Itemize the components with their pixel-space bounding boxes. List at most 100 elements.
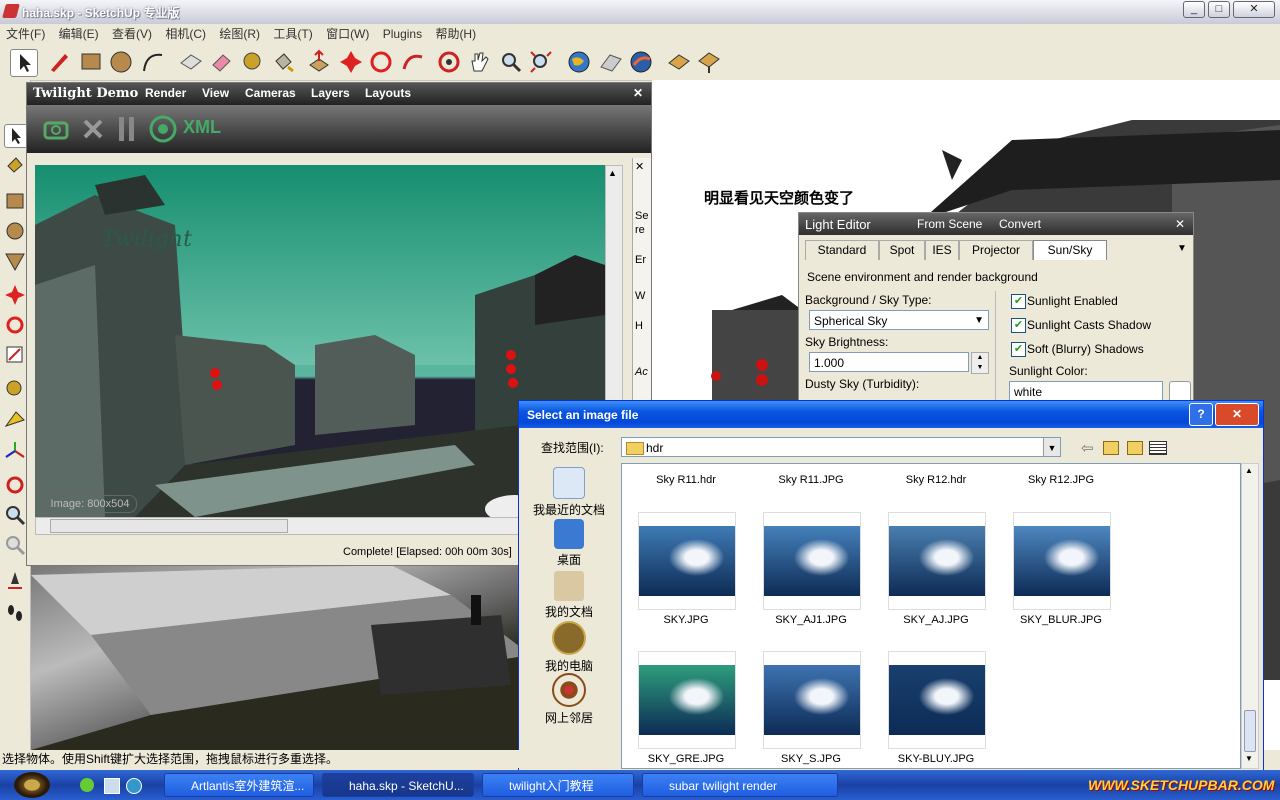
minimize-button[interactable]: _ <box>1183 1 1205 18</box>
new-folder-icon[interactable] <box>1127 441 1143 455</box>
place-my-computer[interactable]: 我的电脑 <box>527 621 611 674</box>
share-model-icon[interactable] <box>696 49 722 75</box>
place-network[interactable]: 网上邻居 <box>527 673 611 726</box>
select-tool-icon[interactable] <box>10 49 38 77</box>
look-in-select[interactable]: hdr ▼ <box>621 437 1061 457</box>
twilight-menu-render[interactable]: Render <box>145 86 186 100</box>
close-button[interactable]: ✕ <box>1233 1 1275 18</box>
task-artlantis[interactable]: Artlantis室外建筑渲... <box>164 773 314 797</box>
push-pull-icon[interactable] <box>306 49 332 75</box>
zoom-icon[interactable] <box>498 49 524 75</box>
twilight-menu-layouts[interactable]: Layouts <box>365 86 411 100</box>
view-menu-icon[interactable] <box>1149 441 1167 455</box>
file-thumbnail[interactable] <box>888 512 986 610</box>
maximize-button[interactable]: □ <box>1208 1 1230 18</box>
tab-spot[interactable]: Spot <box>879 240 925 260</box>
menu-file[interactable]: 文件(F) <box>6 24 45 44</box>
globe-icon[interactable] <box>566 49 592 75</box>
stop-render-icon[interactable] <box>81 117 105 141</box>
up-folder-icon[interactable] <box>1103 441 1119 455</box>
xml-export-icon[interactable]: XML <box>183 117 221 141</box>
tab-ies[interactable]: IES <box>925 240 959 260</box>
zoom-window-icon[interactable] <box>4 534 26 556</box>
orbit-icon[interactable] <box>4 474 26 496</box>
file-thumbnail[interactable] <box>763 512 861 610</box>
place-my-documents[interactable]: 我的文档 <box>527 571 611 620</box>
file-item-label[interactable]: Sky R12.JPG <box>1001 474 1121 486</box>
dialog-close-button[interactable]: ✕ <box>1215 403 1259 426</box>
orbit-icon[interactable] <box>436 49 462 75</box>
move-icon[interactable] <box>4 284 26 306</box>
menu-edit[interactable]: 编辑(E) <box>59 24 99 44</box>
pause-icon[interactable] <box>115 115 139 143</box>
pan-hand-icon[interactable] <box>466 49 492 75</box>
file-thumbnail[interactable] <box>638 651 736 749</box>
sunlight-enabled-checkbox[interactable]: ✔ <box>1011 294 1026 309</box>
make-component-icon[interactable] <box>178 49 204 75</box>
file-thumbnail[interactable] <box>888 651 986 749</box>
twilight-menu-cameras[interactable]: Cameras <box>245 86 296 100</box>
select-tool-icon[interactable] <box>4 124 28 148</box>
file-thumbnail[interactable] <box>763 651 861 749</box>
walk-icon[interactable] <box>4 602 26 624</box>
file-item-label[interactable]: SKY_AJ1.JPG <box>751 614 871 626</box>
back-icon[interactable]: ⇦ <box>1081 439 1094 457</box>
menu-draw[interactable]: 绘图(R) <box>219 24 260 44</box>
casts-shadow-checkbox[interactable]: ✔ <box>1011 318 1026 333</box>
tape-measure-icon[interactable] <box>4 378 26 400</box>
help-button[interactable]: ? <box>1189 403 1213 426</box>
rectangle-icon[interactable] <box>78 49 104 75</box>
menu-view[interactable]: 查看(V) <box>112 24 152 44</box>
task-sketchup[interactable]: haha.skp - SketchU... <box>322 773 474 797</box>
task-forum[interactable]: subar twilight render <box>642 773 838 797</box>
zoom-icon[interactable] <box>4 504 26 526</box>
file-item-label[interactable]: Sky R11.JPG <box>751 474 871 486</box>
file-item-label[interactable]: SKY_BLUR.JPG <box>1001 614 1121 626</box>
camera-render-icon[interactable] <box>43 117 69 141</box>
circle-icon[interactable] <box>4 220 26 242</box>
file-item-label[interactable]: SKY.JPG <box>626 614 746 626</box>
follow-me-icon[interactable] <box>400 49 426 75</box>
file-thumbnail[interactable] <box>1013 512 1111 610</box>
menu-tools[interactable]: 工具(T) <box>273 24 312 44</box>
rotate-icon[interactable] <box>4 314 26 336</box>
file-thumbnail[interactable] <box>638 512 736 610</box>
circle-icon[interactable] <box>108 49 134 75</box>
side-panel-close-icon[interactable]: ✕ <box>635 160 644 173</box>
tab-sun-sky[interactable]: Sun/Sky <box>1033 240 1107 260</box>
target-icon[interactable] <box>149 115 177 143</box>
protractor-icon[interactable] <box>4 408 26 430</box>
menu-help[interactable]: 帮助(H) <box>435 24 476 44</box>
add-location-icon[interactable] <box>598 49 624 75</box>
rotate-icon[interactable] <box>368 49 394 75</box>
tab-projector[interactable]: Projector <box>959 240 1033 260</box>
file-item-label[interactable]: Sky R12.hdr <box>876 474 996 486</box>
pencil-icon[interactable] <box>46 49 72 75</box>
browser-icon[interactable] <box>126 778 142 794</box>
show-desktop-icon[interactable] <box>104 778 120 794</box>
tab-standard[interactable]: Standard <box>805 240 879 260</box>
zoom-extents-icon[interactable] <box>528 49 554 75</box>
tape-measure-icon[interactable] <box>240 49 266 75</box>
polygon-icon[interactable] <box>4 250 26 272</box>
file-item-label[interactable]: SKY-BLUY.JPG <box>876 753 996 765</box>
file-item-label[interactable]: SKY_GRE.JPG <box>626 753 746 765</box>
get-models-icon[interactable] <box>666 49 692 75</box>
from-scene-button[interactable]: From Scene <box>917 217 982 231</box>
place-recent[interactable]: 我最近的文档 <box>527 467 611 518</box>
start-button[interactable] <box>14 772 50 798</box>
place-desktop[interactable]: 桌面 <box>527 519 611 568</box>
light-editor-close-icon[interactable]: ✕ <box>1175 217 1185 231</box>
paint-icon[interactable] <box>4 154 26 176</box>
rectangle-icon[interactable] <box>4 190 26 212</box>
sunlight-color-input[interactable]: white <box>1009 381 1163 401</box>
file-item-label[interactable]: Sky R11.hdr <box>626 474 746 486</box>
menu-plugins[interactable]: Plugins <box>383 24 422 44</box>
position-camera-icon[interactable] <box>4 570 26 592</box>
file-item-label[interactable]: SKY_AJ.JPG <box>876 614 996 626</box>
menu-camera[interactable]: 相机(C) <box>165 24 206 44</box>
sky-brightness-input[interactable]: 1.000 <box>809 352 969 372</box>
file-list-scrollbar[interactable]: ▲ ▼ <box>1241 463 1259 769</box>
soft-shadows-checkbox[interactable]: ✔ <box>1011 342 1026 357</box>
brightness-spinner[interactable]: ▲ ▼ <box>971 352 989 374</box>
